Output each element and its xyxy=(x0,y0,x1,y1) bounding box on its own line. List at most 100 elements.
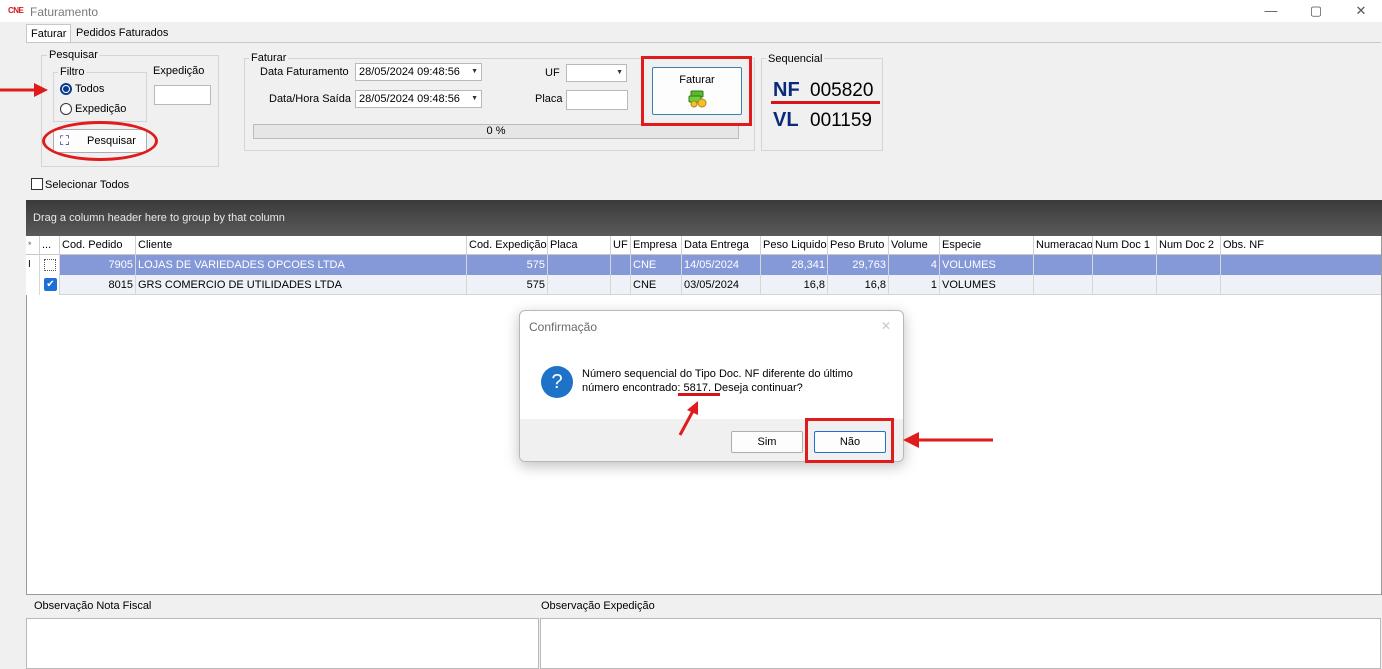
col-header-especie[interactable]: Especie xyxy=(940,236,1034,255)
col-header-numeracao[interactable]: Numeracao xyxy=(1034,236,1093,255)
cell-cliente: LOJAS DE VARIEDADES OPCOES LTDA xyxy=(136,255,467,275)
col-header-peso-bruto[interactable]: Peso Bruto xyxy=(828,236,889,255)
cell-cod-pedido: 8015 xyxy=(60,275,136,295)
data-faturamento-label: Data Faturamento xyxy=(260,66,349,78)
col-header-placa[interactable]: Placa xyxy=(548,236,611,255)
select-all-checkbox[interactable] xyxy=(31,178,43,190)
app-logo: CNE xyxy=(8,6,24,15)
col-header-num-doc-2[interactable]: Num Doc 2 xyxy=(1157,236,1221,255)
col-header-cod-pedido[interactable]: Cod. Pedido xyxy=(60,236,136,255)
chevron-down-icon: ▼ xyxy=(616,69,623,76)
maximize-button[interactable]: ▢ xyxy=(1301,2,1331,20)
expedicao-input[interactable] xyxy=(154,85,211,105)
expedicao-label: Expedição xyxy=(153,65,205,77)
row-indicator: I xyxy=(26,255,40,275)
tab-divider xyxy=(26,42,1381,43)
cell-uf xyxy=(611,255,631,275)
annotation-number-underline xyxy=(678,393,720,396)
uf-select[interactable]: ▼ xyxy=(566,64,627,82)
progress-text: 0 % xyxy=(486,125,506,137)
cell-peso-bruto: 29,763 xyxy=(828,255,889,275)
annotation-nao-box xyxy=(805,418,894,463)
observacao-nf-textarea[interactable] xyxy=(26,618,539,669)
placa-input[interactable] xyxy=(566,90,628,110)
cell-num-doc-1 xyxy=(1093,275,1157,295)
data-faturamento-value: 28/05/2024 09:48:56 xyxy=(359,66,460,78)
annotation-faturar-box xyxy=(641,56,752,126)
col-header-obs-nf[interactable]: Obs. NF xyxy=(1221,236,1381,255)
cell-volume: 1 xyxy=(889,275,940,295)
cell-volume: 4 xyxy=(889,255,940,275)
cell-especie: VOLUMES xyxy=(940,255,1034,275)
cell-empresa: CNE xyxy=(631,275,682,295)
dialog-close-icon[interactable]: ✕ xyxy=(881,319,891,333)
col-header-peso-liquido[interactable]: Peso Liquido xyxy=(761,236,828,255)
cell-peso-bruto: 16,8 xyxy=(828,275,889,295)
col-header-empresa[interactable]: Empresa xyxy=(631,236,682,255)
radio-expedicao[interactable] xyxy=(60,103,72,115)
cell-num-doc-1 xyxy=(1093,255,1157,275)
cell-peso-liquido: 28,341 xyxy=(761,255,828,275)
observacao-expedicao-textarea[interactable] xyxy=(540,618,1381,669)
cell-num-doc-2 xyxy=(1157,275,1221,295)
observacao-nf-label: Observação Nota Fiscal xyxy=(34,600,152,612)
row-checkbox-checked[interactable]: ✔ xyxy=(44,278,57,291)
col-header-num-doc-1[interactable]: Num Doc 1 xyxy=(1093,236,1157,255)
col-header-uf[interactable]: UF xyxy=(611,236,631,255)
annotation-pesquisar-ellipse xyxy=(42,121,158,161)
table-row[interactable]: ✔ 8015 GRS COMERCIO DE UTILIDADES LTDA 5… xyxy=(26,275,1381,295)
uf-label: UF xyxy=(545,67,560,79)
data-saida-label: Data/Hora Saída xyxy=(269,93,351,105)
annotation-arrow-up-icon xyxy=(678,401,698,436)
radio-expedicao-label[interactable]: Expedição xyxy=(75,103,126,115)
chevron-down-icon: ▼ xyxy=(471,68,478,75)
data-saida-picker[interactable]: 28/05/2024 09:48:56 ▼ xyxy=(355,90,482,108)
cell-data-entrega: 03/05/2024 xyxy=(682,275,761,295)
annotation-arrow-left-icon xyxy=(0,83,48,97)
pesquisar-legend: Pesquisar xyxy=(47,49,100,61)
cell-obs-nf xyxy=(1221,255,1381,275)
cell-placa xyxy=(548,255,611,275)
dialog-message-suffix: . Deseja continuar? xyxy=(708,382,803,394)
filtro-legend: Filtro xyxy=(58,66,87,78)
group-by-panel[interactable]: Drag a column header here to group by th… xyxy=(26,200,1382,236)
nf-label: NF xyxy=(773,79,800,101)
tab-pedidos-faturados[interactable]: Pedidos Faturados xyxy=(72,24,172,42)
cell-cod-expedicao: 575 xyxy=(467,255,548,275)
col-header-data-entrega[interactable]: Data Entrega xyxy=(682,236,761,255)
cell-placa xyxy=(548,275,611,295)
tab-faturar[interactable]: Faturar xyxy=(26,24,72,42)
minimize-button[interactable]: — xyxy=(1256,2,1286,20)
chevron-down-icon: ▼ xyxy=(471,95,478,102)
annotation-arrow-right-icon xyxy=(903,432,993,448)
select-all-label[interactable]: Selecionar Todos xyxy=(45,179,129,191)
faturar-legend: Faturar xyxy=(249,52,289,64)
yes-button[interactable]: Sim xyxy=(731,431,803,453)
row-checkbox[interactable] xyxy=(44,259,56,271)
col-header-cliente[interactable]: Cliente xyxy=(136,236,467,255)
row-select-cell[interactable]: ✔ xyxy=(40,275,60,295)
cell-data-entrega: 14/05/2024 xyxy=(682,255,761,275)
close-button[interactable]: ✕ xyxy=(1346,2,1376,20)
col-header-select[interactable]: ... xyxy=(40,236,60,255)
col-header-indicator[interactable]: * xyxy=(26,236,40,255)
cell-uf xyxy=(611,275,631,295)
observacao-expedicao-label: Observação Expedição xyxy=(541,600,655,612)
cell-especie: VOLUMES xyxy=(940,275,1034,295)
sequencial-group xyxy=(761,58,883,151)
cell-numeracao xyxy=(1034,275,1093,295)
dialog-message-prefix: número encontrado xyxy=(582,382,678,394)
col-header-cod-expedicao[interactable]: Cod. Expedição xyxy=(467,236,548,255)
row-select-cell[interactable] xyxy=(40,255,60,275)
data-faturamento-picker[interactable]: 28/05/2024 09:48:56 ▼ xyxy=(355,63,482,81)
data-saida-value: 28/05/2024 09:48:56 xyxy=(359,93,460,105)
radio-todos[interactable] xyxy=(60,83,72,95)
sequencial-legend: Sequencial xyxy=(766,53,825,65)
col-header-volume[interactable]: Volume xyxy=(889,236,940,255)
dialog-message-line1: Número sequencial do Tipo Doc. NF difere… xyxy=(582,368,853,380)
window-title: Faturamento xyxy=(30,5,99,19)
radio-todos-label[interactable]: Todos xyxy=(75,83,104,95)
row-indicator xyxy=(26,275,40,295)
placa-label: Placa xyxy=(535,93,563,105)
table-row[interactable]: I 7905 LOJAS DE VARIEDADES OPCOES LTDA 5… xyxy=(26,255,1381,275)
